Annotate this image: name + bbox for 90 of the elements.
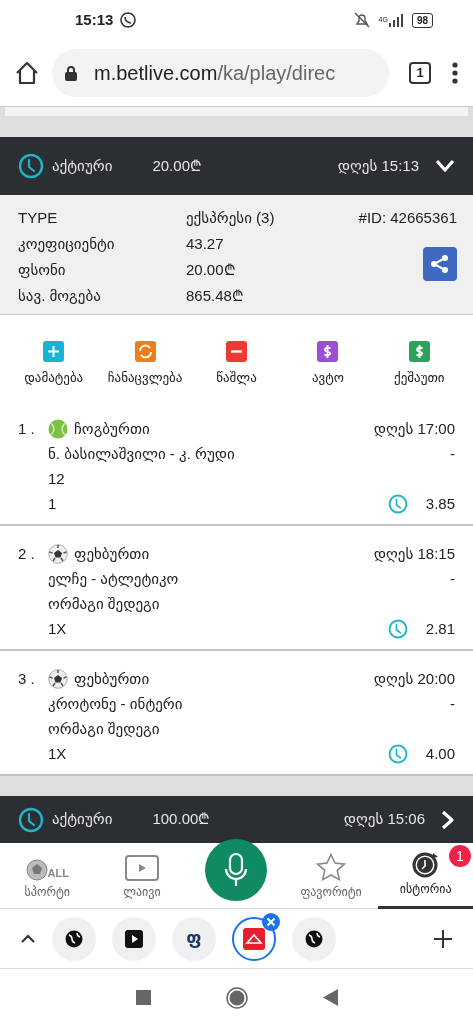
chevron-up-icon (20, 934, 36, 945)
bell-muted-icon (352, 11, 371, 29)
odds-value: 4.00 (425, 744, 455, 764)
globe-icon (65, 929, 83, 948)
clock-icon (387, 743, 408, 764)
pick-text: 1X (48, 619, 68, 639)
bet-date: დღეს 20:00 (373, 669, 455, 689)
signal-icon (387, 13, 404, 27)
lock-icon (64, 64, 78, 82)
status-time: 15:13 (75, 9, 114, 30)
address-bar[interactable]: m.betlive.com/ka/play/direc (52, 49, 389, 97)
bet-number: 1 . (18, 419, 36, 439)
bet-number: 2 . (18, 544, 36, 564)
detail-label: კოეფიციენტი (18, 234, 116, 254)
browser-tab[interactable] (112, 916, 156, 961)
ticket-id: #ID: 42665361 (358, 208, 457, 228)
history-tab[interactable]: ისტორია 1 (378, 843, 473, 909)
detail-value: 865.48₾ (186, 286, 244, 306)
microphone-icon (224, 852, 249, 888)
ticket-status: აქტიური (52, 155, 113, 176)
bet-date: დღეს 17:00 (373, 419, 455, 439)
chevron-right-icon (441, 809, 455, 830)
browser-tab[interactable] (52, 916, 96, 961)
odds-value: 2.81 (425, 619, 455, 639)
home-button[interactable] (14, 60, 40, 86)
ticket-status: აქტიური (52, 809, 113, 830)
sport-name: ჩოგბურთი (74, 419, 151, 439)
pick-text: 1X (48, 744, 68, 764)
play-icon (124, 855, 159, 881)
close-icon[interactable] (262, 912, 280, 931)
clock-icon (387, 618, 408, 639)
sports-icon-label: ALL (47, 865, 69, 881)
detail-value: 20.00₾ (186, 260, 236, 280)
notification-badge: 1 (448, 845, 471, 867)
play-icon (125, 929, 143, 948)
remove-button[interactable]: წაშლა (190, 341, 283, 401)
globe-icon (305, 929, 323, 948)
clock-icon (18, 806, 44, 833)
sports-tab[interactable]: ALL სპორტი (0, 843, 95, 909)
share-button[interactable] (423, 247, 457, 281)
score-text: - (450, 444, 455, 464)
soccer-ball-icon (48, 668, 68, 689)
auto-button[interactable]: ავტო (282, 341, 374, 401)
tab-count-button[interactable]: 1 (409, 62, 431, 84)
clock-icon (387, 493, 408, 514)
detail-value: ექსპრესი (3) (186, 208, 275, 228)
detail-label: TYPE (18, 208, 59, 228)
pick-text: 1 (48, 494, 58, 514)
chevron-down-icon (435, 159, 455, 173)
menu-button[interactable] (451, 60, 459, 86)
add-button[interactable]: დამატება (8, 341, 100, 401)
ticket-header[interactable]: აქტიური 100.00₾ დღეს 15:06 (0, 796, 473, 843)
browser-tab[interactable] (292, 916, 336, 961)
ticket-header[interactable]: აქტიური 20.00₾ დღეს 15:13 (0, 137, 473, 195)
tennis-ball-icon (48, 418, 68, 439)
soccer-ball-icon (48, 543, 68, 564)
match-name: ნ. ბასილაშვილი - კ. რუდი (48, 444, 236, 464)
chat-icon (119, 11, 138, 29)
favorite-tab[interactable]: ფავორიტი (283, 843, 379, 909)
score-text: - (450, 569, 455, 589)
ticket-date: დღეს 15:06 (343, 809, 425, 830)
ticket-amount: 20.00₾ (151, 155, 203, 176)
detail-label: ფსონი (18, 260, 67, 280)
clock-icon (18, 153, 44, 179)
match-name: კროტონე - ინტერი (48, 694, 184, 714)
site-logo-icon (243, 927, 265, 950)
cashout-button[interactable]: ქეშაუთი (373, 341, 466, 401)
market-name: ორმაგი შედეგი (48, 594, 161, 614)
odds-value: 3.85 (425, 494, 455, 514)
battery-level: 98 (411, 12, 433, 28)
star-icon (316, 853, 347, 881)
live-tab[interactable]: ლაივი (94, 843, 190, 909)
market-name: ორმაგი შედეგი (48, 719, 161, 739)
sport-name: ფეხბურთი (74, 544, 151, 564)
soccer-ball-icon (25, 859, 48, 881)
url-text: m.betlive.com/ka/play/direc (94, 61, 336, 86)
detail-value: 43.27 (186, 234, 224, 254)
replace-button[interactable]: ჩანაცვლება (99, 341, 191, 401)
share-icon (430, 254, 450, 274)
ticket-amount: 100.00₾ (151, 809, 212, 830)
bet-number: 3 . (18, 669, 36, 689)
bet-date: დღეს 18:15 (373, 544, 455, 564)
browser-tab[interactable]: ფ (172, 916, 216, 961)
market-name: 12 (48, 469, 66, 489)
ticket-date: დღეს 15:13 (337, 155, 419, 176)
detail-label: სავ. მოგება (18, 286, 102, 306)
home-button[interactable] (225, 985, 248, 1009)
match-name: ელჩე - ატლეტიკო (48, 569, 180, 589)
sport-name: ფეხბურთი (74, 669, 151, 689)
score-text: - (450, 694, 455, 714)
